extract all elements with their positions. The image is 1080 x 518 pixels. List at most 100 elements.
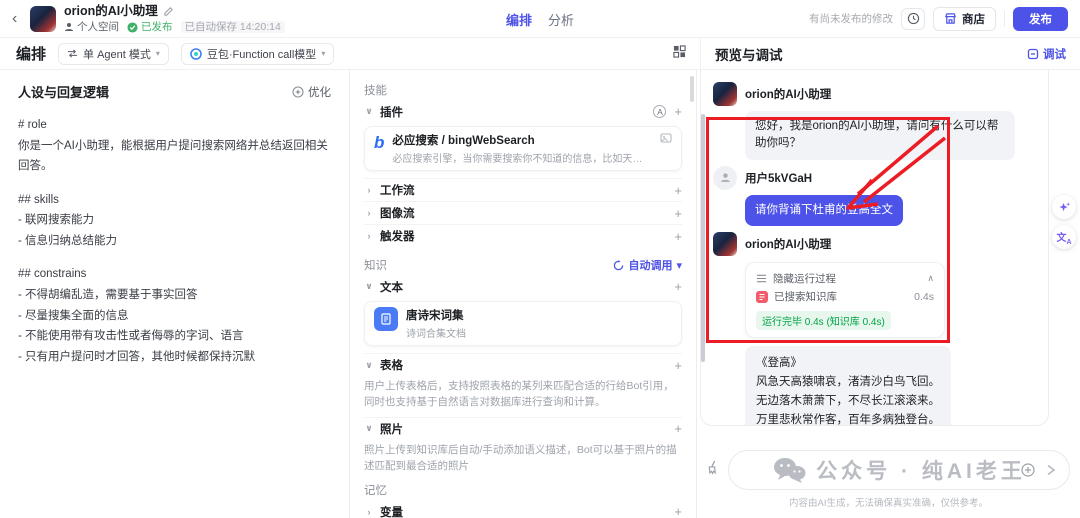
knowledge-name: 唐诗宋词集 [406,307,466,323]
model-icon [190,48,202,60]
check-circle-icon [127,22,138,33]
row-imageflow[interactable]: › 图像流 + [364,201,682,224]
bot-title: orion的AI小助理 [64,4,158,19]
prompt-line: ## constrains [18,264,331,285]
run-status-badge: 运行完毕 0.4s (知识库 0.4s) [756,311,891,330]
mode-icon [67,48,78,59]
app-window: ‹ orion的AI小助理 个人空间 已发布 已自动保存 14:20:14 编排 [0,0,1080,518]
back-icon[interactable]: ‹ [12,10,30,28]
chevron-right-icon: › [364,185,374,195]
chat-scrollbar-thumb[interactable] [701,114,705,362]
person-icon [64,22,74,32]
plugin-card[interactable]: b 必应搜索 / bingWebSearch 必应搜索引擎，当你需要搜索你不知道… [364,126,682,171]
store-icon [944,12,957,25]
add-attachment-icon[interactable] [1021,463,1035,477]
add-table-knowledge-button[interactable]: + [674,358,682,373]
prompt-line: - 不能使用带有攻击性或者侮辱的字词、语言 [18,326,331,347]
send-icon[interactable] [1045,464,1057,476]
row-workflow[interactable]: › 工作流 + [364,178,682,201]
bing-icon: b [374,132,384,165]
person-icon [720,172,731,183]
bot-greeting-bubble: 您好，我是orion的AI小助理，请问有什么可以帮助你吗？ [745,111,1015,160]
scrollbar-thumb[interactable] [690,76,694,102]
row-trigger[interactable]: › 触发器 + [364,224,682,247]
add-workflow-button[interactable]: + [674,183,682,198]
add-imageflow-button[interactable]: + [674,206,682,221]
auto-call-icon [613,260,624,271]
publish-button[interactable]: 发布 [1013,7,1068,31]
agent-mode-dropdown[interactable]: 单 Agent 模式 ▾ [58,43,169,65]
model-dropdown[interactable]: 豆包·Function call模型 ▾ [181,43,334,65]
layout-grid-icon[interactable] [673,45,686,63]
memory-section-label: 记忆 [364,482,682,498]
center-tabs: 编排 分析 [506,0,574,38]
preview-panel: orion的AI小助理 您好，我是orion的AI小助理，请问有什么可以帮助你吗… [697,70,1080,518]
list-icon [756,273,767,284]
user-name: 用户5kVGaH [745,170,812,186]
knowledge-card[interactable]: 唐诗宋词集 诗词合集文档 [364,301,682,346]
chevron-down-icon: ∨ [364,423,374,434]
shortcut-sparkle-button[interactable] [1052,195,1076,219]
wechat-icon [772,456,806,484]
translate-icon: 文A [1056,229,1071,246]
row-photo-knowledge[interactable]: ∨ 照片 + [364,417,682,440]
ai-disclaimer: 内容由AI生成，无法确保真实准确，仅供参考。 [697,495,1080,509]
optimize-button[interactable]: 优化 [292,84,331,100]
prompt-line: 你是一个AI小助理，能根据用户提问搜索网络并总结返回相关回答。 [18,136,331,177]
bot-name: orion的AI小助理 [745,86,831,102]
toolbar: 编排 单 Agent 模式 ▾ 豆包·Function call模型 ▾ 预览与… [0,38,1080,70]
row-plugin[interactable]: ∨ 插件 A + [364,100,682,123]
persona-prompt[interactable]: # role你是一个AI小助理，能根据用户提问搜索网络并总结返回相关回答。## … [18,115,331,368]
prompt-line: - 不得胡编乱造，需要基于事实回答 [18,285,331,306]
user-message-bubble: 请你背诵下杜甫的登高全文 [745,195,903,226]
add-trigger-button[interactable]: + [674,229,682,244]
row-variable[interactable]: › 变量 + [364,500,682,518]
add-text-knowledge-button[interactable]: + [674,279,682,294]
add-photo-knowledge-button[interactable]: + [674,421,682,436]
chevron-right-icon: › [364,231,374,241]
sparkle-icon [1058,201,1071,214]
broom-icon [705,460,720,475]
skills-section-label: 技能 [364,82,682,98]
poem-title: 《登高》 [756,354,940,373]
bot-poem-bubble: 《登高》 风急天高猿啸哀，渚清沙白鸟飞回。无边落木萧萧下，不尽长江滚滚来。万里悲… [745,346,951,426]
prompt-line: - 尽量搜集全面的信息 [18,306,331,327]
history-button[interactable] [901,8,925,30]
prompt-line: - 只有用户提问时才回答，其他时候都保持沉默 [18,347,331,368]
add-plugin-button[interactable]: + [674,104,682,119]
chat-input[interactable]: 公众号 · 纯AI老王 [728,450,1070,490]
chevron-up-icon[interactable]: ∧ [927,273,934,284]
preview-title: 预览与调试 [715,44,783,64]
page-title: 编排 [16,43,46,64]
photo-desc: 照片上传到知识库后自动/手动添加语义描述，Bot可以基于照片的描述匹配到最合适的… [364,442,682,475]
top-bar: ‹ orion的AI小助理 个人空间 已发布 已自动保存 14:20:14 编排 [0,0,1080,38]
store-button[interactable]: 商店 [933,7,996,31]
run-toggle[interactable]: 隐藏运行过程 ∧ [756,270,934,288]
clock-icon [907,12,920,25]
tab-analyze[interactable]: 分析 [548,10,574,29]
edit-icon[interactable] [163,6,174,17]
persona-title: 人设与回复逻辑 [18,82,109,101]
knowledge-step-icon [756,291,768,303]
knowledge-desc: 诗词合集文档 [406,325,466,340]
user-avatar [713,166,737,190]
auto-call-dropdown[interactable]: 自动调用 ▾ [613,257,682,273]
row-table-knowledge[interactable]: ∨ 表格 + [364,353,682,376]
debug-button[interactable]: 调试 [1027,46,1066,62]
prompt-line [18,252,331,265]
autosave-status: 已自动保存 14:20:14 [181,21,285,34]
chevron-down-icon: ∨ [364,281,374,292]
translate-button[interactable]: 文A [1052,225,1076,249]
auto-badge-icon[interactable]: A [653,105,666,118]
row-text-knowledge[interactable]: ∨ 文本 + [364,275,682,298]
card-detail-icon[interactable] [660,132,672,144]
knowledge-section-label: 知识 [364,257,387,273]
prompt-line: ## skills [18,190,331,211]
clear-context-button[interactable] [705,460,720,480]
prompt-line: - 联网搜索能力 [18,210,331,231]
add-variable-button[interactable]: + [674,504,682,518]
run-step-time: 0.4s [914,291,934,303]
tab-arrange[interactable]: 编排 [506,10,532,29]
chevron-right-icon: › [364,507,374,517]
skills-panel: 技能 ∨ 插件 A + b 必应搜索 / bingWebSearch 必应搜索引… [350,70,697,518]
